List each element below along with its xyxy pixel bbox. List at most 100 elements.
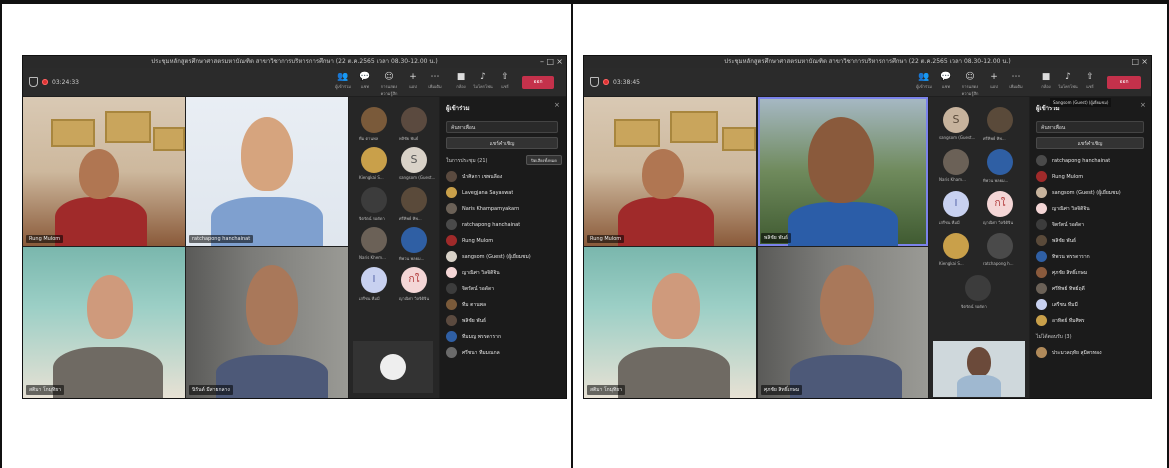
person-head xyxy=(967,347,991,377)
participant-avatar[interactable] xyxy=(987,233,1013,259)
participant-avatar[interactable] xyxy=(361,107,387,133)
person-body xyxy=(957,375,1001,397)
participant-avatar[interactable]: S xyxy=(943,107,969,133)
person-head xyxy=(642,149,684,199)
participant-row[interactable]: เสรีชน ทีมมี xyxy=(1036,297,1148,312)
share-invite-button[interactable]: แชร์คำเชิญ xyxy=(1036,137,1144,149)
participant-row[interactable]: ทีมมญ พรรดาราก xyxy=(446,329,564,344)
participant-avatar[interactable] xyxy=(943,233,969,259)
participant-name: Rung Mulom xyxy=(587,235,625,243)
participant-row[interactable]: Lavegjana Sayaswat xyxy=(446,185,564,200)
participant-row[interactable]: ศรีชนา ทีมมณกล xyxy=(446,345,564,360)
table-top-border xyxy=(0,0,1169,4)
participant-avatar[interactable] xyxy=(401,227,427,253)
share-button[interactable]: ⇧ แชร์ xyxy=(1080,72,1100,94)
leave-button[interactable]: ออก xyxy=(1107,76,1141,89)
maximize-icon[interactable]: □ xyxy=(1131,56,1139,68)
participant-row[interactable]: ratchapong hanchainat xyxy=(446,217,564,232)
close-window-icon[interactable]: × xyxy=(1141,56,1148,68)
participant-avatar[interactable]: I xyxy=(943,191,969,217)
share-invite-button[interactable]: แชร์คำเชิญ xyxy=(446,137,558,149)
person-body xyxy=(53,347,163,398)
minimize-icon[interactable]: – xyxy=(540,56,544,68)
search-input[interactable]: ค้นหาเพื่อน xyxy=(1036,121,1144,133)
participant-row[interactable]: จิตรัตน์ รอดัดา xyxy=(1036,217,1148,232)
wall-picture xyxy=(614,119,660,147)
maximize-icon[interactable]: □ xyxy=(546,56,554,68)
participant-grid: S sangsom (Guest... ศรีทิพย์ ทิพ... Nari… xyxy=(929,97,1029,398)
participant-avatar[interactable] xyxy=(361,147,387,173)
mic-button[interactable]: ♪ ไมโครโฟน xyxy=(473,72,493,94)
participant-row[interactable]: ratchapong hanchainat xyxy=(1036,153,1148,168)
share-button[interactable]: ⇧ แชร์ xyxy=(495,72,515,94)
avatar-label: ทีม ตานพล xyxy=(359,136,379,141)
participant-avatar[interactable] xyxy=(401,107,427,133)
video-tile-3: สติมา โกมุทิยา xyxy=(23,247,185,398)
participant-row[interactable]: นำศิลกา เชพนลีอง xyxy=(446,169,564,184)
participant-row[interactable]: ศุภชัย สิทธิ์เกษม xyxy=(1036,265,1148,280)
mute-all-button[interactable]: ปิดเสียงทั้งหมด xyxy=(526,155,562,165)
person-body xyxy=(55,197,147,246)
participant-avatar[interactable]: S xyxy=(401,147,427,173)
participant-row[interactable]: อาทิตย์ ทีมศิพร xyxy=(1036,313,1148,328)
participant-avatar[interactable] xyxy=(987,149,1013,175)
mic-button[interactable]: ♪ ไมโครโฟน xyxy=(1058,72,1078,94)
meeting-toolbar: 03:38:45 👥 ผู้เข้าร่วม 💬 แชท ☺ การแสดงความร… xyxy=(584,68,1151,96)
participant-row[interactable]: Rung Mulom xyxy=(1036,169,1148,184)
video-tile-4: ศุภชัย สิทธิ์เกษม xyxy=(758,247,928,398)
right-teams-window: ประชุมหลักสูตรศึกษาศาสตรมหาบัณฑิต สาขาวิ… xyxy=(583,55,1152,399)
participant-row[interactable]: sangsom (Guest) (ผู้เยี่ยมชม) xyxy=(446,249,564,264)
participant-avatar[interactable] xyxy=(361,227,387,253)
participant-row[interactable]: ญาณิศา วิลจิดิจิน xyxy=(446,265,564,280)
close-window-icon[interactable]: × xyxy=(556,56,563,68)
meeting-timer: 03:38:45 xyxy=(590,77,640,87)
timer-text: 03:24:33 xyxy=(52,78,79,86)
reactions-button[interactable]: ☺ การแสดงความรู้สึก xyxy=(960,72,980,96)
wall-picture xyxy=(722,127,756,151)
camera-button[interactable]: ■ กล้อง xyxy=(451,72,471,94)
participant-row[interactable]: ทิพวน พรรดาราก xyxy=(1036,249,1148,264)
participant-row[interactable]: พลิชัย พันธ์ xyxy=(1036,233,1148,248)
chat-button[interactable]: 💬 แชท xyxy=(936,72,956,94)
person-body xyxy=(790,355,902,398)
left-teams-window: ประชุมหลักสูตรศึกษาศาสตรมหาบัณฑิต สาขาวิ… xyxy=(22,55,567,399)
participant-avatar[interactable] xyxy=(965,275,991,301)
leave-button[interactable]: ออก xyxy=(522,76,554,89)
avatar-label: ญาณิศา วิลจิดิจิน xyxy=(983,220,1014,225)
search-input[interactable]: ค้นหาเพื่อน xyxy=(446,121,558,133)
video-tile-3: สติมา โกมุทิยา xyxy=(584,247,756,398)
apps-button[interactable]: + แอป xyxy=(403,72,423,94)
people-button[interactable]: 👥 ผู้เข้าร่วม xyxy=(914,72,934,94)
close-icon[interactable]: × xyxy=(554,101,560,109)
participant-row[interactable]: จิตรัตน์ รอดัดา xyxy=(446,281,564,296)
more-button[interactable]: ⋯ เพิ่มเติม xyxy=(425,72,445,94)
participant-avatar[interactable] xyxy=(361,187,387,213)
chat-button[interactable]: 💬 แชท xyxy=(355,72,375,94)
participant-row[interactable]: sangsom (Guest) (ผู้เยี่ยมชม) xyxy=(1036,185,1148,200)
participant-row[interactable]: พลิชัย พันธ์ xyxy=(446,313,564,328)
participant-avatar[interactable] xyxy=(401,187,427,213)
camera-button[interactable]: ■ กล้อง xyxy=(1036,72,1056,94)
avatar-label: Naris Kham... xyxy=(939,177,966,182)
participant-avatar[interactable] xyxy=(987,107,1013,133)
close-icon[interactable]: × xyxy=(1140,101,1146,109)
participant-avatar[interactable] xyxy=(943,149,969,175)
participants-panel: ผู้เข้าร่วม × ค้นหาเพื่อน แชร์คำเชิญ ในก… xyxy=(440,97,566,398)
participant-row[interactable]: ศรีทิพย์ ทิพย์ฤดี xyxy=(1036,281,1148,296)
apps-button[interactable]: + แอป xyxy=(984,72,1004,94)
participant-avatar[interactable]: กใ xyxy=(987,191,1013,217)
participant-row[interactable]: ทีม ตานพล xyxy=(446,297,564,312)
participant-row[interactable]: Rung Mulom xyxy=(446,233,564,248)
recording-icon xyxy=(42,79,48,85)
participant-row[interactable]: ประมวลฤทัย สุมิตรทอง xyxy=(1036,345,1148,360)
participant-avatar[interactable]: กใ xyxy=(401,267,427,293)
tooltip: Sangsom (Guest) (ผู้เยี่ยมชม) xyxy=(1050,98,1112,107)
people-button[interactable]: 👥 ผู้เข้าร่วม xyxy=(333,72,353,94)
participant-row[interactable]: ญาณิศา วิลจิดิจิน xyxy=(1036,201,1148,216)
more-button[interactable]: ⋯ เพิ่มเติม xyxy=(1006,72,1026,94)
avatar-label: ทิพวน พลยม... xyxy=(983,178,1009,183)
participant-row[interactable]: Naris Khamparnyakarn xyxy=(446,201,564,216)
section-header: ไม่ได้ตอบรับ (3) xyxy=(1036,334,1072,340)
reactions-button[interactable]: ☺ การแสดงความรู้สึก xyxy=(379,72,399,96)
participant-avatar[interactable]: I xyxy=(361,267,387,293)
